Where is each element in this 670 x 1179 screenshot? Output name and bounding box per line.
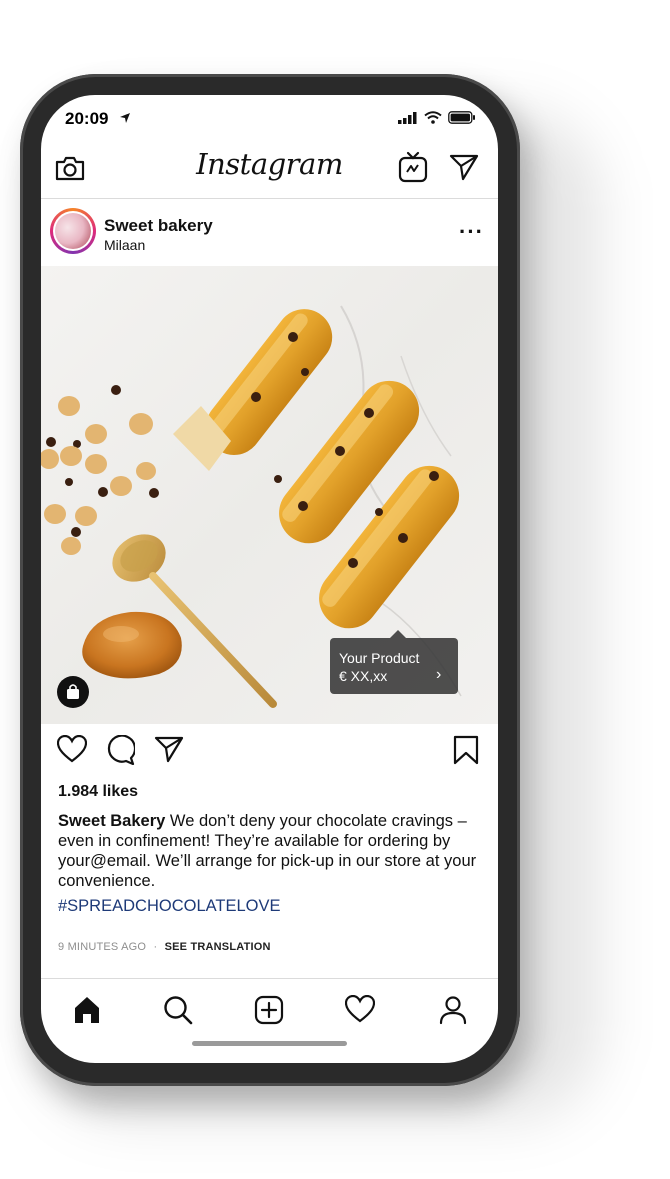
post-username[interactable]: Sweet bakery bbox=[104, 216, 213, 236]
signal-icon bbox=[398, 111, 417, 124]
comment-icon[interactable] bbox=[105, 735, 135, 765]
add-post-icon[interactable] bbox=[254, 995, 284, 1025]
bookmark-icon[interactable] bbox=[453, 735, 479, 765]
meta-separator: · bbox=[153, 941, 158, 953]
product-tag-price: € XX,xx bbox=[339, 668, 388, 684]
wifi-icon bbox=[424, 111, 442, 124]
likes-count[interactable]: 1.984 likes bbox=[58, 783, 138, 801]
search-icon[interactable] bbox=[163, 995, 193, 1025]
post-caption: Sweet Bakery We don’t deny your chocolat… bbox=[58, 811, 486, 891]
like-heart-icon[interactable] bbox=[57, 735, 87, 763]
product-tag-pointer bbox=[390, 630, 406, 638]
product-tag-title: Your Product bbox=[339, 650, 420, 666]
phone-screen: 20:09 Instagram Sweet bakery Milaan ··· … bbox=[41, 95, 498, 1063]
avatar[interactable] bbox=[50, 208, 96, 254]
home-indicator bbox=[192, 1041, 347, 1046]
battery-icon bbox=[448, 111, 475, 124]
status-time: 20:09 bbox=[65, 109, 109, 128]
header-divider bbox=[41, 198, 498, 199]
hashtag-link[interactable]: #SPREADCHOCOLATELOVE bbox=[58, 897, 281, 916]
product-tag[interactable]: Your Product € XX,xx › bbox=[330, 638, 458, 694]
direct-message-icon[interactable] bbox=[449, 153, 479, 181]
nav-divider bbox=[41, 978, 498, 979]
more-options-icon[interactable]: ··· bbox=[459, 219, 484, 245]
post-timestamp: 9 MINUTES AGO bbox=[58, 941, 147, 953]
caption-author[interactable]: Sweet Bakery bbox=[58, 812, 165, 830]
shopping-bag-icon[interactable] bbox=[57, 676, 89, 708]
see-translation-link[interactable]: SEE TRANSLATION bbox=[165, 941, 271, 953]
activity-heart-icon[interactable] bbox=[345, 995, 375, 1023]
post-meta: 9 MINUTES AGO · SEE TRANSLATION bbox=[58, 941, 271, 953]
igtv-icon[interactable] bbox=[398, 151, 428, 183]
post-location[interactable]: Milaan bbox=[104, 237, 145, 253]
home-icon[interactable] bbox=[72, 995, 102, 1025]
location-arrow-icon bbox=[119, 112, 131, 124]
profile-icon[interactable] bbox=[438, 995, 468, 1025]
share-icon[interactable] bbox=[154, 735, 184, 763]
status-icons bbox=[398, 111, 476, 124]
instagram-logo: Instagram bbox=[196, 147, 343, 181]
chevron-right-icon: › bbox=[436, 666, 442, 683]
